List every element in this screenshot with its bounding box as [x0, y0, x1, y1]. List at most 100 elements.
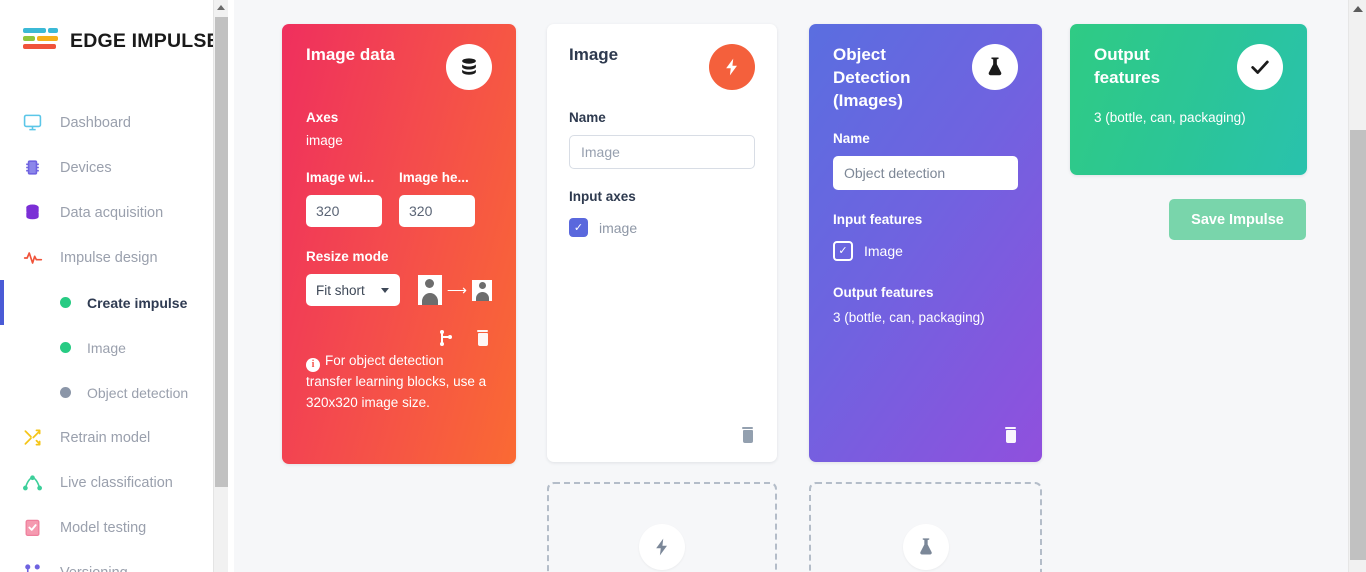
input-feature-checkbox[interactable]: ✓ [833, 240, 853, 261]
sidebar-item-data-acquisition[interactable]: Data acquisition [0, 190, 228, 235]
sidebar-item-devices[interactable]: Devices [0, 145, 228, 190]
add-learning-block-placeholder[interactable] [809, 482, 1042, 572]
status-dot-icon [60, 387, 71, 398]
output-features-label: Output features [833, 284, 934, 300]
database-icon [22, 202, 43, 223]
processing-name-label: Name [569, 110, 606, 125]
output-features-summary: 3 (bottle, can, packaging) [1094, 110, 1246, 125]
image-data-header: Image data [306, 44, 492, 90]
arrow-right-icon: ⟶ [446, 282, 467, 298]
sidebar-item-image[interactable]: Image [0, 325, 228, 370]
scroll-up-arrow-icon[interactable] [217, 5, 225, 10]
sidebar-item-label: Retrain model [60, 429, 151, 446]
output-title: Output features [1094, 45, 1161, 87]
learning-name-input[interactable] [833, 155, 1018, 190]
info-icon: i [306, 357, 320, 372]
processing-input-axes-group: Input axes ✓ image [569, 189, 755, 237]
input-axis-checkbox[interactable]: ✓ [569, 218, 588, 237]
brand-name: EDGE IMPULSE [70, 29, 220, 52]
learning-output-features-group: Output features 3 (bottle, can, packagin… [833, 285, 1018, 325]
image-data-title: Image data [306, 45, 395, 64]
sidebar-item-label: Create impulse [87, 294, 188, 311]
scroll-up-arrow-icon[interactable] [1353, 6, 1363, 12]
processing-name-input[interactable] [569, 135, 755, 169]
pulse-icon [22, 247, 43, 268]
impulse-canvas: Image data Axes image Image wi... 320 Im… [228, 0, 1366, 572]
sidebar-item-versioning[interactable]: Versioning [0, 550, 228, 572]
image-resize-icon: ⟶ [417, 275, 492, 305]
sidebar-item-label: Devices [60, 159, 112, 176]
monitor-icon [22, 112, 43, 133]
processing-name-group: Name [569, 110, 755, 169]
processing-title: Image [569, 45, 619, 64]
brand-logo[interactable]: EDGE IMPULSE [0, 0, 228, 56]
image-height-label: Image he... [399, 170, 469, 185]
sidebar-item-impulse-design[interactable]: Impulse design [0, 235, 228, 280]
learning-header: Object Detection (Images) [833, 44, 1018, 113]
sidebar-item-label: Dashboard [60, 114, 131, 131]
sidebar-scrollbar-thumb[interactable] [215, 17, 228, 487]
sidebar-item-label: Versioning [60, 565, 128, 572]
learning-title: Object Detection (Images) [833, 45, 911, 110]
image-data-block: Image data Axes image Image wi... 320 Im… [282, 24, 516, 464]
sidebar-nav: Dashboard Devices Data acquisition Impul… [0, 100, 228, 572]
input-axes-label: Input axes [569, 189, 636, 204]
image-height-field-group: Image he... [399, 170, 475, 227]
processing-header: Image [569, 44, 755, 90]
image-width-label: Image wi... [306, 170, 375, 185]
add-processing-block-placeholder[interactable] [547, 482, 777, 572]
versioning-icon [22, 562, 43, 572]
edge-impulse-logo-icon [22, 26, 60, 56]
output-features-value: 3 (bottle, can, packaging) [833, 309, 985, 325]
sidebar: EDGE IMPULSE Dashboard Devices Data acqu… [0, 0, 228, 572]
input-feature-label: Image [864, 242, 903, 259]
flask-icon [972, 44, 1018, 90]
sidebar-scrollbar[interactable] [213, 0, 228, 572]
sidebar-item-label: Image [87, 339, 126, 356]
sidebar-item-live-classification[interactable]: Live classification [0, 460, 228, 505]
sidebar-item-retrain-model[interactable]: Retrain model [0, 415, 228, 460]
flask-icon [902, 524, 949, 570]
sidebar-item-create-impulse[interactable]: Create impulse [0, 280, 228, 325]
output-features-block: Output features 3 (bottle, can, packagin… [1070, 24, 1307, 175]
output-header: Output features [1094, 44, 1283, 90]
sidebar-item-object-detection[interactable]: Object detection [0, 370, 228, 415]
input-features-label: Input features [833, 211, 923, 227]
image-height-input[interactable] [399, 195, 475, 227]
image-dimension-fields: Image wi... Image he... [306, 170, 492, 227]
check-icon [1237, 44, 1283, 90]
main-content: Image data Axes image Image wi... 320 Im… [228, 0, 1366, 572]
processing-block: Image Name Input axes ✓ image [547, 24, 777, 462]
image-size-note-text: For object detection transfer learning b… [306, 353, 487, 410]
git-branch-icon[interactable] [438, 330, 453, 347]
delete-processing-button[interactable] [740, 427, 755, 444]
lightning-bolt-icon [639, 524, 685, 570]
image-width-input[interactable] [306, 195, 382, 227]
image-size-note: i For object detection transfer learning … [306, 351, 492, 414]
database-icon [446, 44, 492, 90]
clipboard-check-icon [22, 517, 43, 538]
save-impulse-button[interactable]: Save Impulse [1169, 199, 1306, 240]
app-root: EDGE IMPULSE Dashboard Devices Data acqu… [0, 0, 1366, 572]
sidebar-item-label: Impulse design [60, 249, 158, 266]
sidebar-item-label: Object detection [87, 384, 189, 401]
sidebar-item-label: Data acquisition [60, 204, 164, 221]
delete-learning-button[interactable] [1003, 427, 1018, 444]
resize-mode-select[interactable]: Fit shortFit longSquashCrop [306, 274, 400, 306]
learning-name-label: Name [833, 130, 870, 146]
learning-block: Object Detection (Images) Name Input fea… [809, 24, 1042, 462]
resize-mode-group: Resize mode Fit shortFit longSquashCrop … [306, 249, 492, 306]
page-scrollbar[interactable] [1348, 0, 1366, 572]
learning-input-features-group: Input features ✓ Image [833, 212, 1018, 261]
axes-label: Axes image [306, 110, 492, 148]
shuffle-icon [22, 427, 43, 448]
delete-image-data-button[interactable] [475, 330, 490, 347]
input-axis-label: image [599, 219, 638, 236]
image-width-field-group: Image wi... [306, 170, 382, 227]
axes-value: image [306, 133, 343, 148]
chart-icon [22, 472, 43, 493]
lightning-bolt-icon [709, 44, 755, 90]
sidebar-item-model-testing[interactable]: Model testing [0, 505, 228, 550]
page-scrollbar-thumb[interactable] [1350, 130, 1366, 560]
sidebar-item-dashboard[interactable]: Dashboard [0, 100, 228, 145]
